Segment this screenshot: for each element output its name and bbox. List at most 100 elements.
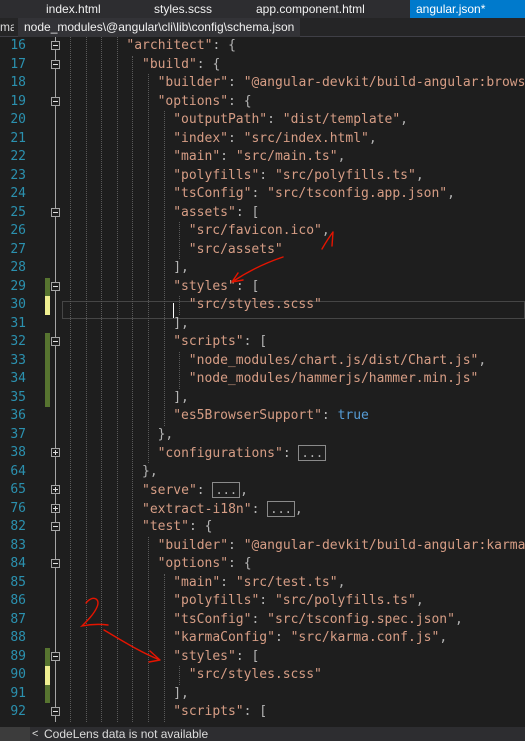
code-line[interactable]: 19 "options": {: [0, 93, 525, 112]
collapse-icon[interactable]: [51, 41, 60, 50]
code-editor[interactable]: 16 "architect": {17 "build": {18 "builder":…: [0, 37, 525, 727]
collapse-icon[interactable]: [51, 707, 60, 716]
json-key: "assets": [173, 204, 236, 220]
code-line[interactable]: 64},: [0, 463, 525, 482]
line-number: 21: [10, 130, 26, 146]
json-key: "es5BrowserSupport": [173, 408, 322, 423]
collapsed-region[interactable]: ...: [267, 500, 295, 517]
line-number: 31: [10, 315, 26, 331]
json-key: "options": [157, 93, 229, 109]
json-string: "src/styles.scss": [188, 297, 322, 312]
code-line[interactable]: 88 "karmaConfig": "src/karma.conf.js",: [0, 629, 525, 648]
collapse-icon[interactable]: [51, 522, 60, 531]
code-line[interactable]: 23 "polyfills": "src/polyfills.ts",: [0, 167, 525, 186]
collapsed-region[interactable]: ...: [212, 482, 241, 498]
code-line[interactable]: 32 "scripts": [: [0, 333, 525, 352]
code-line[interactable]: 92 "scripts": [: [0, 703, 525, 722]
tab-styles-scss[interactable]: styles.scss: [148, 0, 218, 18]
code-text: ],: [173, 315, 189, 334]
code-line[interactable]: 18 "builder": "@angular-devkit/build-angu…: [0, 74, 525, 93]
schema-path[interactable]: node_modules\@angular\cli\lib\config\sch…: [18, 18, 301, 37]
code-text: "architect": {: [126, 37, 236, 56]
code-line[interactable]: 35],: [0, 388, 525, 408]
json-punctuation: ,: [240, 483, 248, 498]
expand-icon[interactable]: [51, 485, 60, 494]
json-punctuation: :: [251, 501, 268, 517]
collapse-icon[interactable]: [51, 559, 60, 568]
json-punctuation: :: [282, 446, 299, 461]
tab-index-html[interactable]: index.html: [40, 0, 107, 18]
line-number: 65: [10, 482, 26, 497]
code-text: "main": "src/main.ts",: [173, 148, 345, 167]
collapse-icon[interactable]: [51, 207, 60, 217]
tab-label: index.html: [46, 2, 101, 16]
code-line[interactable]: 17 "build": {: [0, 56, 525, 75]
collapsed-region[interactable]: ...: [298, 445, 327, 461]
json-punctuation: : [: [235, 278, 260, 294]
tab-label: styles.scss: [154, 2, 213, 16]
code-text: },: [158, 426, 174, 445]
code-line[interactable]: 76 "extract-i18n": ...,: [0, 500, 525, 519]
code-line[interactable]: 34 "node_modules/hammerjs/hammer.min.js": [0, 370, 525, 389]
code-line[interactable]: 83 "builder": "@angular-devkit/build-angu…: [0, 537, 525, 556]
tab-app-component-html[interactable]: app.component.html: [250, 0, 371, 18]
code-line[interactable]: 87 "tsConfig": "src/tsconfig.spec.json",: [0, 611, 525, 630]
json-string: "src/main.ts": [235, 149, 338, 164]
code-line[interactable]: 20 "outputPath": "dist/template",: [0, 111, 525, 130]
code-line[interactable]: 28],: [0, 259, 525, 278]
code-line[interactable]: 90 "src/styles.scss": [0, 666, 525, 685]
line-number: 84: [10, 556, 26, 571]
code-line[interactable]: 91],: [0, 684, 525, 703]
collapse-icon[interactable]: [51, 651, 60, 661]
code-line[interactable]: 24 "tsConfig": "src/tsconfig.app.json",: [0, 185, 525, 204]
collapse-icon[interactable]: [51, 59, 60, 69]
code-line[interactable]: 33 "node_modules/chart.js/dist/Chart.js",: [0, 351, 525, 371]
line-number: 16: [10, 38, 26, 53]
line-number: 64: [10, 463, 26, 479]
code-line[interactable]: 37},: [0, 426, 525, 445]
code-line[interactable]: 29 "styles": [: [0, 277, 525, 296]
expand-icon[interactable]: [51, 448, 60, 457]
code-line[interactable]: 36 "es5BrowserSupport": true: [0, 407, 525, 426]
indent-guide: [132, 55, 134, 722]
chevron-left-icon[interactable]: <: [32, 727, 38, 741]
code-line[interactable]: 31],: [0, 315, 525, 334]
json-punctuation: : {: [228, 556, 252, 571]
code-text: "builder": "@angular-devkit/build-angula…: [158, 537, 525, 556]
json-key: "polyfills": [173, 593, 260, 608]
json-punctuation: ,: [439, 630, 448, 645]
code-text: "node_modules/chart.js/dist/Chart.js",: [189, 352, 486, 371]
json-string: "src/tsconfig.app.json": [267, 186, 448, 201]
document-tab-bar: index.html styles.scss app.component.htm…: [0, 0, 525, 18]
code-line[interactable]: 22 "main": "src/main.ts",: [0, 148, 525, 167]
json-punctuation: ,: [415, 593, 424, 608]
code-line[interactable]: 30 "src/styles.scss": [0, 296, 525, 315]
code-text: "karmaConfig": "src/karma.conf.js",: [173, 629, 447, 648]
code-line[interactable]: 82 "test": {: [0, 518, 525, 537]
code-line[interactable]: 65 "serve": ...,: [0, 481, 525, 500]
collapse-icon[interactable]: [51, 281, 60, 291]
json-key: "styles": [173, 648, 236, 664]
line-number: 86: [10, 593, 26, 608]
code-text: ],: [173, 389, 189, 408]
collapse-icon[interactable]: [51, 96, 60, 106]
code-line[interactable]: 85 "main": "src/test.ts",: [0, 574, 525, 593]
code-line[interactable]: 16 "architect": {: [0, 37, 525, 56]
collapse-icon[interactable]: [51, 337, 60, 346]
tab-angular-json[interactable]: angular.json*: [410, 0, 525, 18]
code-line[interactable]: 27 "src/assets": [0, 241, 525, 260]
line-number: 38: [10, 445, 26, 460]
code-line[interactable]: 86 "polyfills": "src/polyfills.ts",: [0, 592, 525, 611]
json-punctuation: ,: [337, 574, 346, 590]
code-line[interactable]: 25 "assets": [: [0, 204, 525, 223]
code-text: "builder": "@angular-devkit/build-angula…: [158, 74, 525, 93]
code-line[interactable]: 84 "options": {: [0, 555, 525, 574]
code-line[interactable]: 89 "styles": [: [0, 647, 525, 666]
json-punctuation: ,: [454, 611, 463, 627]
code-line[interactable]: 26 "src/favicon.ico",: [0, 222, 525, 241]
schema-bar: ma: node_modules\@angular\cli\lib\config…: [0, 18, 525, 37]
json-punctuation: :: [259, 167, 275, 183]
expand-icon[interactable]: [51, 503, 60, 513]
code-line[interactable]: 21 "index": "src/index.html",: [0, 130, 525, 149]
code-line[interactable]: 38 "configurations": ...: [0, 444, 525, 463]
